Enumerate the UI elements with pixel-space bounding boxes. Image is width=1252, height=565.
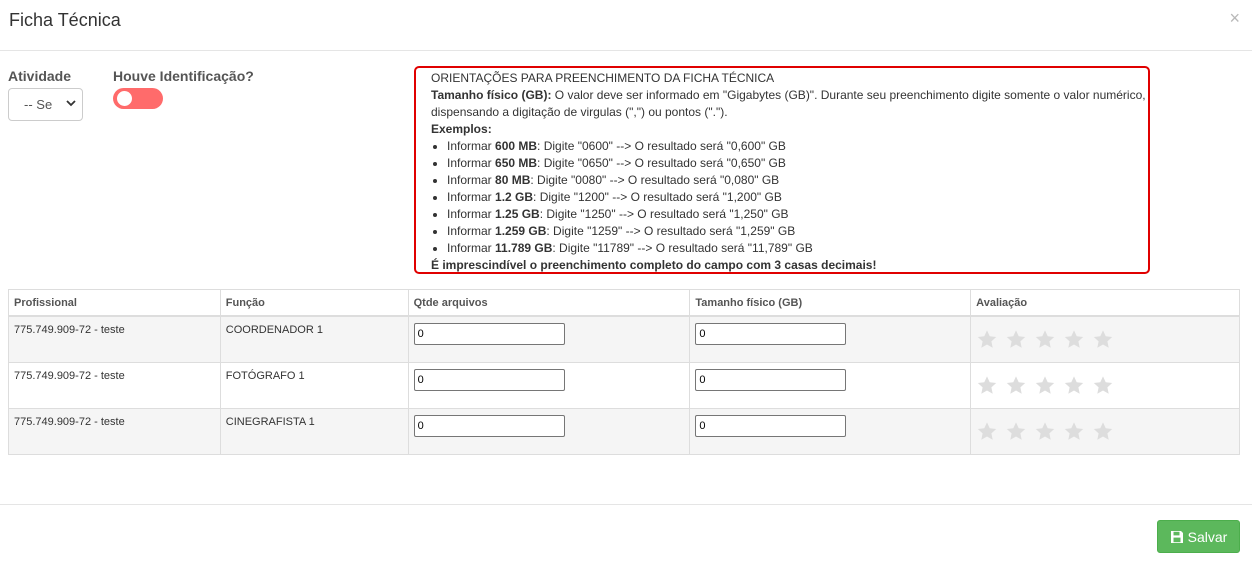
modal-header: Ficha Técnica × [0, 0, 1252, 51]
star-icon[interactable] [1005, 421, 1027, 442]
cell-qtde-arquivos [407, 362, 691, 409]
tamanho-fisico-text: Tamanho físico (GB): O valor deve ser in… [431, 87, 1148, 121]
qtde-arquivos-input[interactable] [413, 369, 565, 391]
orientacoes-footer: É imprescindível o preenchimento complet… [431, 258, 877, 272]
table-row: 775.749.909-72 - teste COORDENADOR 1 [8, 315, 1240, 363]
table-header-row: Profissional Função Qtde arquivos Tamanh… [8, 289, 1240, 317]
tamanho-fisico-input[interactable] [695, 369, 847, 391]
cell-avaliacao [970, 408, 1240, 455]
star-icon[interactable] [1034, 421, 1056, 442]
rating-stars[interactable] [976, 329, 1239, 350]
table-row: 775.749.909-72 - teste FOTÓGRAFO 1 [8, 362, 1240, 409]
star-icon[interactable] [1092, 329, 1114, 350]
professionals-table: Profissional Função Qtde arquivos Tamanh… [8, 289, 1240, 455]
cell-tamanho-fisico [689, 408, 972, 455]
example-item: Informar 1.259 GB: Digite "1259" --> O r… [447, 223, 1148, 240]
tamanho-fisico-input[interactable] [695, 323, 847, 345]
cell-qtde-arquivos [407, 315, 691, 363]
example-item: Informar 1.25 GB: Digite "1250" --> O re… [447, 206, 1148, 223]
tamanho-fisico-input[interactable] [695, 415, 847, 437]
identificacao-label: Houve Identificação? [113, 68, 254, 84]
example-item: Informar 600 MB: Digite "0600" --> O res… [447, 138, 1148, 155]
star-icon[interactable] [1092, 421, 1114, 442]
close-icon[interactable]: × [1229, 8, 1240, 29]
star-icon[interactable] [976, 329, 998, 350]
star-icon[interactable] [1005, 329, 1027, 350]
cell-tamanho-fisico [689, 315, 972, 363]
star-icon[interactable] [1034, 375, 1056, 396]
cell-funcao: COORDENADOR 1 [219, 315, 409, 363]
atividade-label: Atividade [8, 68, 72, 84]
atividade-select-value: -- Se [24, 97, 53, 112]
tamanho-fisico-label: Tamanho físico (GB): [431, 88, 552, 102]
save-button-label: Salvar [1187, 528, 1228, 545]
modal-footer [0, 504, 1252, 565]
table-row: 775.749.909-72 - teste CINEGRAFISTA 1 [8, 408, 1240, 455]
star-icon[interactable] [1034, 329, 1056, 350]
floppy-disk-icon [1170, 530, 1183, 543]
column-header-funcao: Função [219, 289, 409, 317]
column-header-qtde-arquivos: Qtde arquivos [407, 289, 691, 317]
cell-profissional: 775.749.909-72 - teste [8, 315, 221, 363]
toggle-knob [117, 91, 132, 106]
example-item: Informar 80 MB: Digite "0080" --> O resu… [447, 172, 1148, 189]
cell-avaliacao [970, 315, 1240, 363]
exemplos-label: Exemplos: [431, 122, 492, 136]
cell-qtde-arquivos [407, 408, 691, 455]
cell-funcao: CINEGRAFISTA 1 [219, 408, 409, 455]
rating-stars[interactable] [976, 375, 1239, 396]
cell-avaliacao [970, 362, 1240, 409]
star-icon[interactable] [976, 421, 998, 442]
rating-stars[interactable] [976, 421, 1239, 442]
column-header-tamanho-fisico: Tamanho físico (GB) [689, 289, 972, 317]
cell-profissional: 775.749.909-72 - teste [8, 362, 221, 409]
save-button[interactable]: Salvar [1157, 520, 1240, 553]
column-header-avaliacao: Avaliação [970, 289, 1240, 317]
star-icon[interactable] [1092, 375, 1114, 396]
qtde-arquivos-input[interactable] [413, 323, 565, 345]
example-item: Informar 650 MB: Digite "0650" --> O res… [447, 155, 1148, 172]
chevron-down-icon [66, 100, 76, 107]
atividade-select[interactable]: -- Se [8, 88, 83, 121]
orientacoes-box: ORIENTAÇÕES PARA PREENCHIMENTO DA FICHA … [414, 66, 1150, 274]
examples-list: Informar 600 MB: Digite "0600" --> O res… [431, 138, 1148, 257]
star-icon[interactable] [1063, 375, 1085, 396]
identificacao-toggle[interactable] [113, 88, 163, 109]
star-icon[interactable] [1063, 329, 1085, 350]
example-item: Informar 1.2 GB: Digite "1200" --> O res… [447, 189, 1148, 206]
star-icon[interactable] [1063, 421, 1085, 442]
column-header-profissional: Profissional [8, 289, 221, 317]
star-icon[interactable] [976, 375, 998, 396]
star-icon[interactable] [1005, 375, 1027, 396]
cell-profissional: 775.749.909-72 - teste [8, 408, 221, 455]
orientacoes-title: ORIENTAÇÕES PARA PREENCHIMENTO DA FICHA … [431, 71, 775, 85]
modal-title: Ficha Técnica [9, 10, 121, 30]
cell-tamanho-fisico [689, 362, 972, 409]
example-item: Informar 11.789 GB: Digite "11789" --> O… [447, 240, 1148, 257]
qtde-arquivos-input[interactable] [413, 415, 565, 437]
cell-funcao: FOTÓGRAFO 1 [219, 362, 409, 409]
